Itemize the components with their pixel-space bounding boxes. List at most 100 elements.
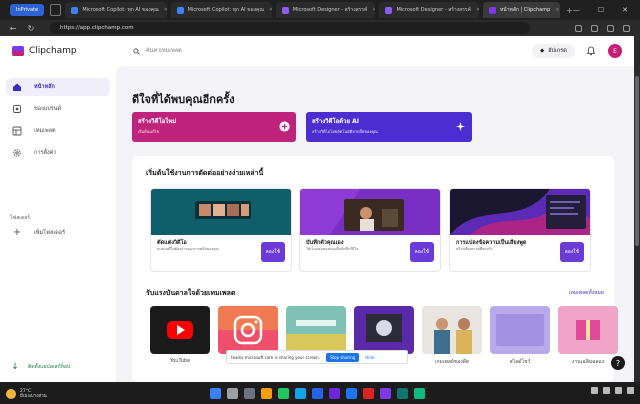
all-templates-link[interactable]: เทมเพลตทั้งหมด [569, 289, 604, 297]
tab-favicon-icon [176, 6, 184, 14]
browser-tabstrip: InPrivate Microsoft Copilot: ทุก AI ของค… [0, 0, 640, 20]
close-icon[interactable]: ✕ [555, 7, 559, 13]
back-icon[interactable]: ← [8, 24, 18, 33]
install-desktop-app-label: ติดตั้งแอปเดสก์ท็อป [28, 364, 71, 370]
add-folder-button[interactable]: + เพิ่มโฟลเดอร์ [6, 224, 110, 242]
sidebar-item-templates[interactable]: เทมเพลต [6, 122, 110, 140]
close-window-icon[interactable]: ✕ [622, 6, 628, 14]
edge-icon[interactable] [278, 388, 289, 399]
task-view-icon[interactable] [244, 388, 255, 399]
workspaces-icon[interactable] [50, 4, 62, 16]
plus-icon: + [12, 227, 22, 238]
close-icon[interactable]: ✕ [164, 7, 167, 13]
get-started-panel: เริ่มต้นใช้งานการตัดต่ออย่างง่ายเหล่านี้… [132, 156, 618, 382]
search-input[interactable]: ค้นหาเทมเพลต [133, 44, 373, 58]
battery-icon[interactable] [627, 387, 634, 394]
create-ai-video-button[interactable]: สร้างวิดีโอด้วย AI สร้างวิดีโอโดยอัตโนมั… [306, 112, 472, 142]
template-slideshow[interactable] [490, 306, 550, 354]
template-card[interactable] [354, 306, 414, 354]
help-button[interactable]: ? [611, 356, 625, 370]
extensions-icon[interactable] [607, 24, 614, 32]
notifications-bell-icon[interactable] [586, 46, 596, 56]
maximize-icon[interactable]: ☐ [598, 6, 604, 14]
text-to-speech-card[interactable]: การแปลงข้อความเป็นเสียงพูด สร้างเสียงพาก… [449, 188, 591, 272]
app-icon[interactable] [397, 388, 408, 399]
sidebar-item-brand-kit[interactable]: ของแบรนด์ [6, 100, 110, 118]
powerpoint-icon[interactable] [363, 388, 374, 399]
search-taskbar-icon[interactable] [227, 388, 238, 399]
share-text: teams.microsoft.com is sharing your scre… [231, 354, 320, 360]
card-subtitle: สร้างเสียงพากย์ที่สมจริง [456, 247, 493, 251]
try-button[interactable]: ลองใช้ [559, 242, 584, 262]
sidebar-item-home[interactable]: หน้าหลัก [6, 78, 110, 96]
scrollbar-thumb[interactable] [635, 76, 639, 246]
url-text: https://app.clipchamp.com [60, 25, 134, 31]
browser-toolbar-icons [575, 24, 630, 32]
weather-widget[interactable]: 27°C มีเมฆบางส่วน [6, 389, 47, 400]
trim-video-card[interactable]: ตัดแต่งวิดีโอ ลบส่วนที่ไม่ต้องการออกจากค… [150, 188, 292, 272]
upgrade-button[interactable]: ◆ อัปเกรด [532, 44, 575, 58]
avatar[interactable]: E [608, 44, 622, 58]
tab-label: Microsoft Designer - สร้างสรรค์ [292, 7, 368, 13]
browser-tab[interactable]: Microsoft Copilot: ทุก AI ของคุณ ✕ [170, 2, 272, 18]
browser-tab[interactable]: Microsoft Copilot: ทุก AI ของคุณ ✕ [65, 2, 167, 18]
file-explorer-icon[interactable] [261, 388, 272, 399]
sun-icon [6, 389, 16, 399]
search-placeholder: ค้นหาเทมเพลต [146, 48, 182, 54]
facebook-icon[interactable] [346, 388, 357, 399]
try-button[interactable]: ลองใช้ [260, 242, 285, 262]
start-icon[interactable] [210, 388, 221, 399]
templates-section-title: รับแรงบันดาลใจด้วยเทมเพลต [146, 289, 236, 297]
template-thumbnail [490, 306, 550, 354]
install-desktop-app-link[interactable]: ↓ ติดตั้งแอปเดสก์ท็อป [10, 362, 70, 372]
template-youtube[interactable] [150, 306, 210, 354]
windows-taskbar: 27°C มีเมฆบางส่วน [0, 384, 640, 404]
tab-favicon-icon [489, 6, 497, 14]
brand-kit-icon [13, 105, 21, 113]
favorites-icon[interactable] [575, 24, 582, 32]
template-card[interactable] [286, 306, 346, 354]
inprivate-badge[interactable]: InPrivate [10, 4, 45, 16]
card-subtitle: ลบส่วนที่ไม่ต้องการออกจากคลิปของคุณ [157, 247, 219, 251]
minimize-icon[interactable]: — [573, 6, 580, 14]
teams-icon[interactable] [329, 388, 340, 399]
chevron-up-icon[interactable] [591, 387, 598, 394]
tab-label: หน้าหลัก | Clipchamp [500, 7, 551, 13]
try-button[interactable]: ลองใช้ [409, 242, 434, 262]
upgrade-label: อัปเกรด [548, 48, 567, 54]
collections-icon[interactable] [591, 24, 598, 32]
card-title: ตัดแต่งวิดีโอ [157, 240, 187, 246]
template-instagram[interactable] [218, 306, 278, 354]
browser-tab[interactable]: Microsoft Designer - สร้างสรรค์ ✕ [379, 2, 480, 18]
close-icon[interactable]: ✕ [476, 7, 479, 13]
brand[interactable]: Clipchamp [12, 45, 77, 57]
diamond-icon: ◆ [540, 48, 545, 54]
url-input[interactable]: https://app.clipchamp.com [50, 22, 530, 34]
close-icon[interactable]: ✕ [372, 7, 375, 13]
record-yourself-card[interactable]: บันทึกตัวคุณเอง ใช้เว็บแคมของคุณเพื่อบัน… [299, 188, 441, 272]
page-title: ดีใจที่ได้พบคุณอีกครั้ง [132, 93, 235, 106]
clipchamp-app: Clipchamp ค้นหาเทมเพลต ◆ อัปเกรด E หน้าหล… [0, 36, 634, 382]
close-icon[interactable]: ✕ [269, 7, 272, 13]
page-scrollbar[interactable] [634, 36, 640, 382]
app-icon[interactable] [414, 388, 425, 399]
browser-tab[interactable]: Microsoft Designer - สร้างสรรค์ ✕ [275, 2, 376, 18]
outlook-icon[interactable] [312, 388, 323, 399]
clipchamp-taskbar-icon[interactable] [380, 388, 391, 399]
store-icon[interactable] [295, 388, 306, 399]
tab-label: Microsoft Designer - สร้างสรรค์ [396, 7, 471, 13]
new-tab-button[interactable]: + [566, 6, 573, 15]
more-icon[interactable] [623, 24, 630, 32]
browser-tab-active[interactable]: หน้าหลัก | Clipchamp ✕ [483, 2, 561, 18]
template-celebration[interactable] [558, 306, 618, 354]
sidebar-item-settings[interactable]: การตั้งค่า [6, 144, 110, 162]
hide-button[interactable]: Hide [365, 355, 374, 360]
create-new-video-button[interactable]: สร้างวิดีโอใหม่ เริ่มต้นแก้ไข [132, 112, 296, 142]
wifi-icon[interactable] [603, 387, 610, 394]
volume-icon[interactable] [615, 387, 622, 394]
refresh-icon[interactable]: ↻ [26, 24, 36, 33]
stop-sharing-button[interactable]: Stop sharing [325, 352, 360, 362]
screen-share-bar: teams.microsoft.com is sharing your scre… [226, 350, 408, 364]
template-gameplay[interactable] [422, 306, 482, 354]
template-thumbnail [422, 306, 482, 354]
